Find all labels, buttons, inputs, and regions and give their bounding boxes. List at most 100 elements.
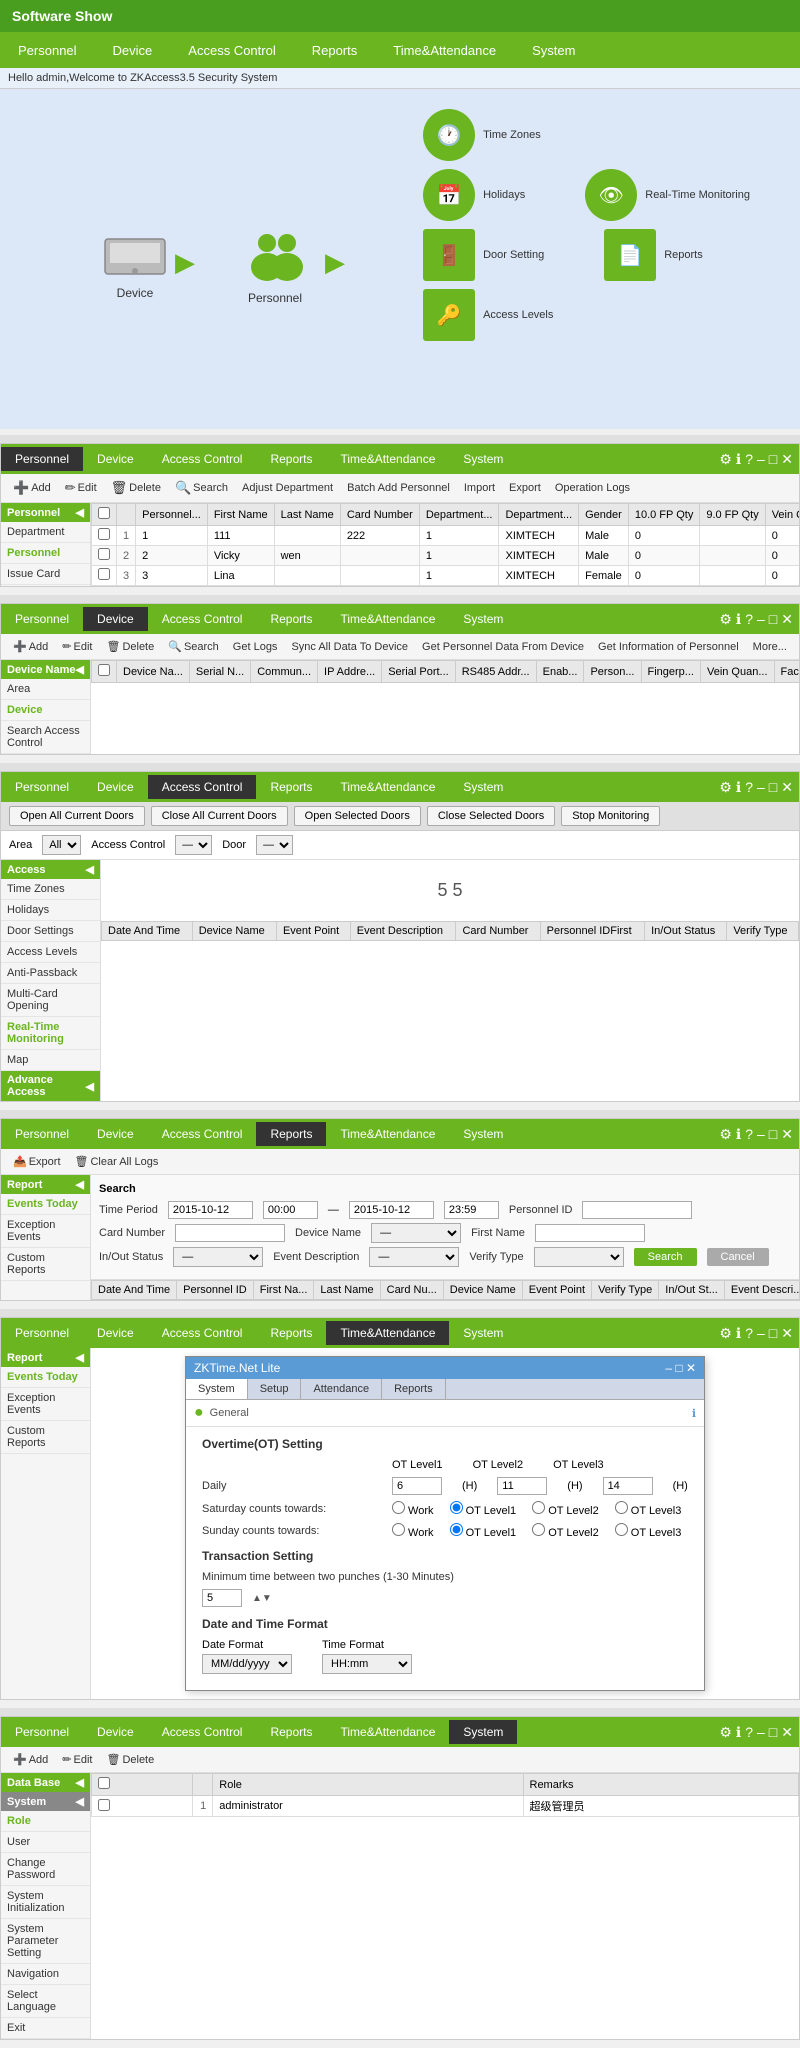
row-check[interactable] bbox=[92, 1796, 193, 1817]
sidebar-item-realtime[interactable]: Real-Time Monitoring bbox=[1, 1017, 100, 1050]
col-personnel-id[interactable]: Personnel... bbox=[136, 504, 208, 526]
minimize-popup-icon[interactable]: – bbox=[665, 1361, 672, 1375]
ta-nav-personnel[interactable]: Personnel bbox=[1, 1321, 83, 1345]
event-desc-select[interactable]: — bbox=[369, 1247, 459, 1267]
col-cardnum[interactable]: Card Number bbox=[456, 922, 540, 941]
personnel-nav-personnel[interactable]: Personnel bbox=[1, 447, 83, 471]
col-verify[interactable]: Verify Type bbox=[592, 1281, 659, 1300]
select-all-checkbox[interactable] bbox=[98, 664, 110, 676]
col-datetime[interactable]: Date And Time bbox=[92, 1281, 177, 1300]
collapse-icon[interactable]: ◀ bbox=[76, 1351, 84, 1364]
col-event-desc[interactable]: Event Description bbox=[350, 922, 456, 941]
col-eventpoint[interactable]: Event Point bbox=[522, 1281, 591, 1300]
search-btn[interactable]: 🔍 Search bbox=[164, 638, 223, 655]
add-btn[interactable]: ➕ Add bbox=[9, 1751, 52, 1768]
export-button[interactable]: Export bbox=[505, 480, 545, 496]
select-all-checkbox[interactable] bbox=[98, 1777, 110, 1789]
col-pid[interactable]: Personnel IDFirst bbox=[540, 922, 644, 941]
sidebar-item-multi-card[interactable]: Multi-Card Opening bbox=[1, 984, 100, 1017]
col-comm[interactable]: Commun... bbox=[251, 661, 318, 683]
sidebar-item-user[interactable]: User bbox=[1, 1832, 90, 1853]
row-check[interactable] bbox=[92, 566, 117, 586]
col-ip[interactable]: IP Addre... bbox=[318, 661, 382, 683]
sat-work-radio[interactable] bbox=[392, 1501, 405, 1514]
reports-nav-access[interactable]: Access Control bbox=[148, 1122, 257, 1146]
nav-device[interactable]: Device bbox=[95, 35, 171, 66]
sidebar-item-holidays[interactable]: Holidays bbox=[1, 900, 100, 921]
personnel-nav-device[interactable]: Device bbox=[83, 447, 148, 471]
stop-monitoring-btn[interactable]: Stop Monitoring bbox=[561, 806, 660, 826]
col-sport[interactable]: Serial Port... bbox=[382, 661, 456, 683]
search-button[interactable]: 🔍Search bbox=[171, 478, 232, 498]
ta-nav-ta[interactable]: Time&Attendance bbox=[326, 1321, 449, 1345]
verify-type-select[interactable] bbox=[534, 1247, 624, 1267]
col-lname[interactable]: Last Name bbox=[314, 1281, 380, 1300]
device-nav-system[interactable]: System bbox=[449, 607, 517, 631]
sidebar-item-device[interactable]: Device bbox=[1, 700, 90, 721]
personnel-id-input[interactable] bbox=[582, 1201, 692, 1219]
add-btn[interactable]: ➕ Add bbox=[9, 638, 52, 655]
col-vein[interactable]: Vein Quan... bbox=[700, 661, 774, 683]
personnel-nav-reports[interactable]: Reports bbox=[256, 447, 326, 471]
edit-btn[interactable]: ✏ Edit bbox=[58, 638, 96, 655]
reports-nav-ta[interactable]: Time&Attendance bbox=[326, 1122, 449, 1146]
edit-button[interactable]: ✏Edit bbox=[61, 478, 101, 498]
access-nav-access[interactable]: Access Control bbox=[148, 775, 257, 799]
col-fname[interactable]: First Na... bbox=[253, 1281, 314, 1300]
reports-nav-system[interactable]: System bbox=[449, 1122, 517, 1146]
col-eventdesc[interactable]: Event Descri... bbox=[724, 1281, 799, 1300]
col-inout[interactable]: In/Out St... bbox=[659, 1281, 725, 1300]
sidebar-item-personnel[interactable]: Personnel bbox=[1, 543, 90, 564]
select-all-checkbox[interactable] bbox=[98, 507, 110, 519]
close-popup-icon[interactable]: ✕ bbox=[686, 1361, 696, 1375]
more-btn[interactable]: More... bbox=[749, 639, 791, 655]
sidebar-item-access-levels[interactable]: Access Levels bbox=[1, 942, 100, 963]
col-first-name[interactable]: First Name bbox=[207, 504, 274, 526]
col-vein[interactable]: Vein Quantity bbox=[765, 504, 799, 526]
sidebar-item-custom[interactable]: Custom Reports bbox=[1, 1248, 90, 1281]
nav-time-attendance[interactable]: Time&Attendance bbox=[375, 35, 514, 66]
col-devname[interactable]: Device Na... bbox=[117, 661, 190, 683]
system-nav-ta[interactable]: Time&Attendance bbox=[326, 1720, 449, 1744]
col-cardnum[interactable]: Card Nu... bbox=[380, 1281, 443, 1300]
system-nav-reports[interactable]: Reports bbox=[256, 1720, 326, 1744]
table-row[interactable]: 1 administrator 超级管理员 bbox=[92, 1796, 799, 1817]
area-select[interactable]: All bbox=[42, 835, 81, 855]
personnel-nav-system[interactable]: System bbox=[449, 447, 517, 471]
sidebar-item-lang[interactable]: Select Language bbox=[1, 1985, 90, 2018]
sidebar-item-sys-init[interactable]: System Initialization bbox=[1, 1886, 90, 1919]
row-check[interactable] bbox=[92, 546, 117, 566]
col-person[interactable]: Person... bbox=[584, 661, 641, 683]
access-nav-personnel[interactable]: Personnel bbox=[1, 775, 83, 799]
operation-logs-button[interactable]: Operation Logs bbox=[551, 480, 634, 496]
sun-ot3-radio[interactable] bbox=[615, 1523, 628, 1536]
col-fp[interactable]: Fingerp... bbox=[641, 661, 700, 683]
sidebar-item-anti-passback[interactable]: Anti-Passback bbox=[1, 963, 100, 984]
sidebar-item-area[interactable]: Area bbox=[1, 679, 90, 700]
from-date-input[interactable] bbox=[168, 1201, 253, 1219]
search-cancel-btn[interactable]: Cancel bbox=[707, 1248, 769, 1266]
device-nav-reports[interactable]: Reports bbox=[256, 607, 326, 631]
ta-nav-system[interactable]: System bbox=[449, 1321, 517, 1345]
sidebar-item-exception[interactable]: Exception Events bbox=[1, 1215, 90, 1248]
device-nav-device[interactable]: Device bbox=[83, 607, 148, 631]
col-verify[interactable]: Verify Type bbox=[727, 922, 799, 941]
col-dept1[interactable]: Department... bbox=[419, 504, 499, 526]
sidebar-item-search-access[interactable]: Search Access Control bbox=[1, 721, 90, 754]
date-format-select[interactable]: MM/dd/yyyy bbox=[202, 1654, 292, 1674]
open-all-doors-btn[interactable]: Open All Current Doors bbox=[9, 806, 145, 826]
daily-ot2-input[interactable] bbox=[497, 1477, 547, 1495]
popup-nav-setup[interactable]: Setup bbox=[248, 1379, 302, 1399]
row-check[interactable] bbox=[92, 526, 117, 546]
sidebar-item-exit[interactable]: Exit bbox=[1, 2018, 90, 2039]
import-button[interactable]: Import bbox=[460, 480, 499, 496]
to-date-input[interactable] bbox=[349, 1201, 434, 1219]
table-row[interactable]: 1 1 111 222 1 XIMTECH Male 0 0 0 bbox=[92, 526, 800, 546]
nav-personnel[interactable]: Personnel bbox=[0, 35, 95, 66]
device-nav-access[interactable]: Access Control bbox=[148, 607, 257, 631]
batch-add-button[interactable]: Batch Add Personnel bbox=[343, 480, 454, 496]
col-rs485[interactable]: RS485 Addr... bbox=[455, 661, 536, 683]
sidebar-item-custom[interactable]: Custom Reports bbox=[1, 1421, 90, 1454]
from-time-input[interactable] bbox=[263, 1201, 318, 1219]
col-fp10[interactable]: 10.0 FP Qty bbox=[628, 504, 700, 526]
